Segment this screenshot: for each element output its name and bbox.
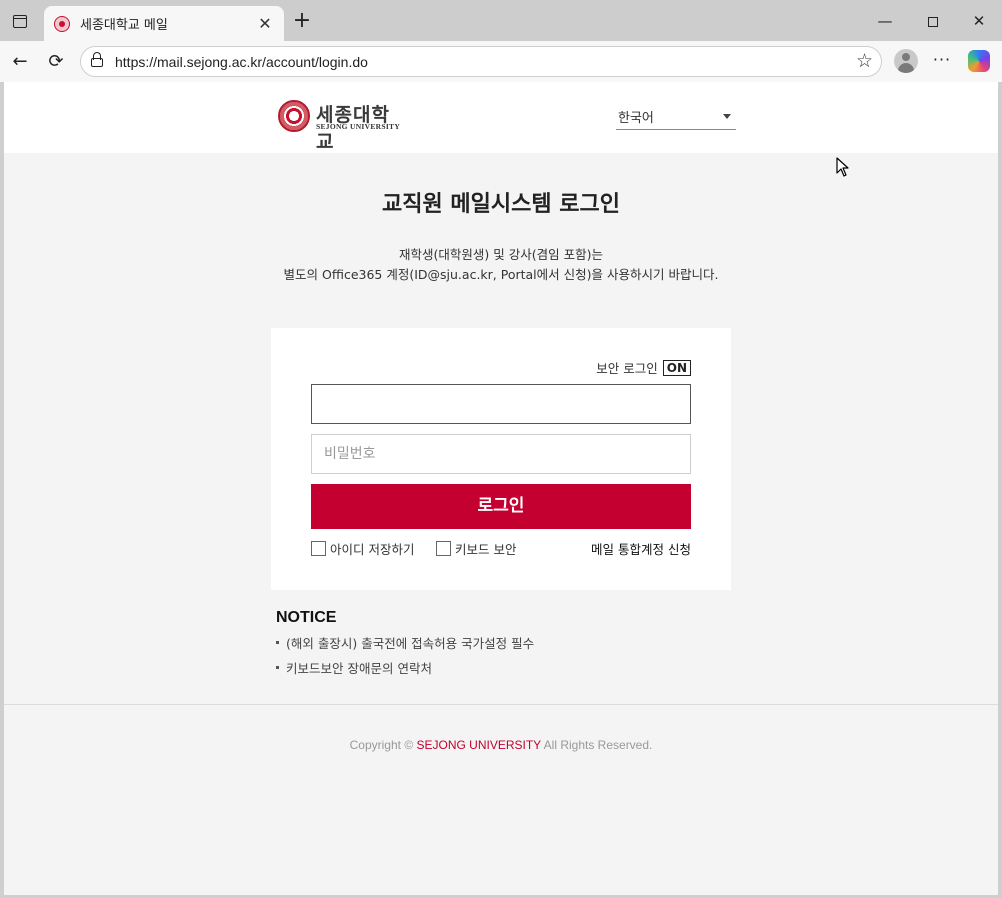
address-bar[interactable]: https://mail.sejong.ac.kr/account/login.… bbox=[80, 46, 882, 77]
notice-title: NOTICE bbox=[276, 609, 337, 626]
sejong-logo[interactable]: 세종대학교 SEJONG UNIVERSITY bbox=[278, 100, 408, 153]
subtitle-line-2: 별도의 Office365 계정(ID@sju.ac.kr, Portal에서 … bbox=[283, 267, 719, 282]
save-id-checkbox[interactable] bbox=[311, 541, 326, 556]
maximize-button[interactable] bbox=[910, 8, 956, 34]
secure-login-label: 보안 로그인 bbox=[596, 361, 658, 376]
close-tab-icon[interactable]: ✕ bbox=[256, 14, 274, 33]
language-value: 한국어 bbox=[618, 111, 654, 126]
url-text[interactable]: https://mail.sejong.ac.kr/account/login.… bbox=[115, 54, 368, 70]
minimize-button[interactable]: — bbox=[862, 8, 908, 34]
reload-button[interactable]: ⟳ bbox=[43, 49, 69, 75]
password-input[interactable] bbox=[311, 434, 691, 474]
keyboard-security-checkbox[interactable] bbox=[436, 541, 451, 556]
bullet-icon bbox=[276, 666, 279, 669]
more-menu-button[interactable]: ··· bbox=[930, 49, 954, 73]
secure-login-toggle[interactable]: 보안 로그인 ON bbox=[596, 358, 691, 377]
bullet-icon bbox=[276, 641, 279, 644]
university-seal-icon bbox=[278, 100, 310, 132]
notice-item[interactable]: (해외 출장시) 출국전에 접속허용 국가설정 필수 bbox=[276, 633, 534, 652]
footer-copyright: Copyright © SEJONG UNIVERSITY All Rights… bbox=[4, 738, 998, 752]
page-content: 세종대학교 SEJONG UNIVERSITY 한국어 교직원 메일시스템 로그… bbox=[4, 82, 998, 895]
browser-tab-bar: 세종대학교 메일 ✕ + — ✕ bbox=[0, 0, 1002, 41]
back-button[interactable]: ← bbox=[7, 49, 33, 75]
save-id-option[interactable]: 아이디 저장하기 bbox=[311, 539, 414, 558]
lock-icon[interactable] bbox=[91, 52, 103, 67]
copilot-icon[interactable] bbox=[968, 50, 990, 72]
caret-down-icon bbox=[723, 114, 731, 119]
browser-toolbar: ← ⟳ https://mail.sejong.ac.kr/account/lo… bbox=[0, 41, 1002, 82]
secure-login-state[interactable]: ON bbox=[662, 359, 691, 376]
notice-section: NOTICE (해외 출장시) 출국전에 접속허용 국가설정 필수 키보드보안 … bbox=[276, 609, 534, 677]
site-header: 세종대학교 SEJONG UNIVERSITY 한국어 bbox=[4, 82, 998, 153]
maximize-icon bbox=[928, 16, 938, 27]
language-select[interactable]: 한국어 bbox=[616, 104, 736, 130]
close-window-button[interactable]: ✕ bbox=[956, 8, 1002, 34]
copyright-brand: SEJONG UNIVERSITY bbox=[416, 738, 541, 752]
copyright-prefix: Copyright © bbox=[349, 738, 417, 752]
id-input[interactable] bbox=[311, 384, 691, 424]
keyboard-security-option[interactable]: 키보드 보안 bbox=[436, 539, 516, 558]
apply-account-link[interactable]: 메일 통합계정 신청 bbox=[591, 539, 691, 558]
tab-title: 세종대학교 메일 bbox=[80, 18, 168, 33]
footer-divider bbox=[4, 704, 998, 705]
copyright-suffix: All Rights Reserved. bbox=[540, 738, 653, 752]
notice-item[interactable]: 키보드보안 장애문의 연락처 bbox=[276, 658, 534, 677]
mouse-cursor-icon bbox=[836, 157, 849, 177]
save-id-label: 아이디 저장하기 bbox=[330, 542, 415, 557]
page-title: 교직원 메일시스템 로그인 bbox=[382, 192, 620, 217]
tab-actions-icon[interactable] bbox=[8, 10, 32, 32]
keyboard-security-label: 키보드 보안 bbox=[455, 542, 517, 557]
notice-item-text[interactable]: 키보드보안 장애문의 연락처 bbox=[286, 658, 432, 677]
subtitle-line-1: 재학생(대학원생) 및 강사(겸임 포함)는 bbox=[399, 247, 603, 262]
login-button[interactable]: 로그인 bbox=[311, 484, 691, 529]
new-tab-button[interactable]: + bbox=[290, 9, 314, 33]
favorite-star-icon[interactable]: ☆ bbox=[856, 50, 873, 72]
browser-tab[interactable]: 세종대학교 메일 ✕ bbox=[44, 6, 284, 41]
sejong-favicon-icon bbox=[54, 15, 70, 32]
logo-english-text: SEJONG UNIVERSITY bbox=[316, 122, 401, 131]
notice-item-text[interactable]: (해외 출장시) 출국전에 접속허용 국가설정 필수 bbox=[286, 633, 534, 652]
login-card: 보안 로그인 ON 로그인 아이디 저장하기 키보드 보안 메일 통합계정 신청 bbox=[271, 328, 731, 590]
profile-avatar[interactable] bbox=[894, 49, 918, 73]
